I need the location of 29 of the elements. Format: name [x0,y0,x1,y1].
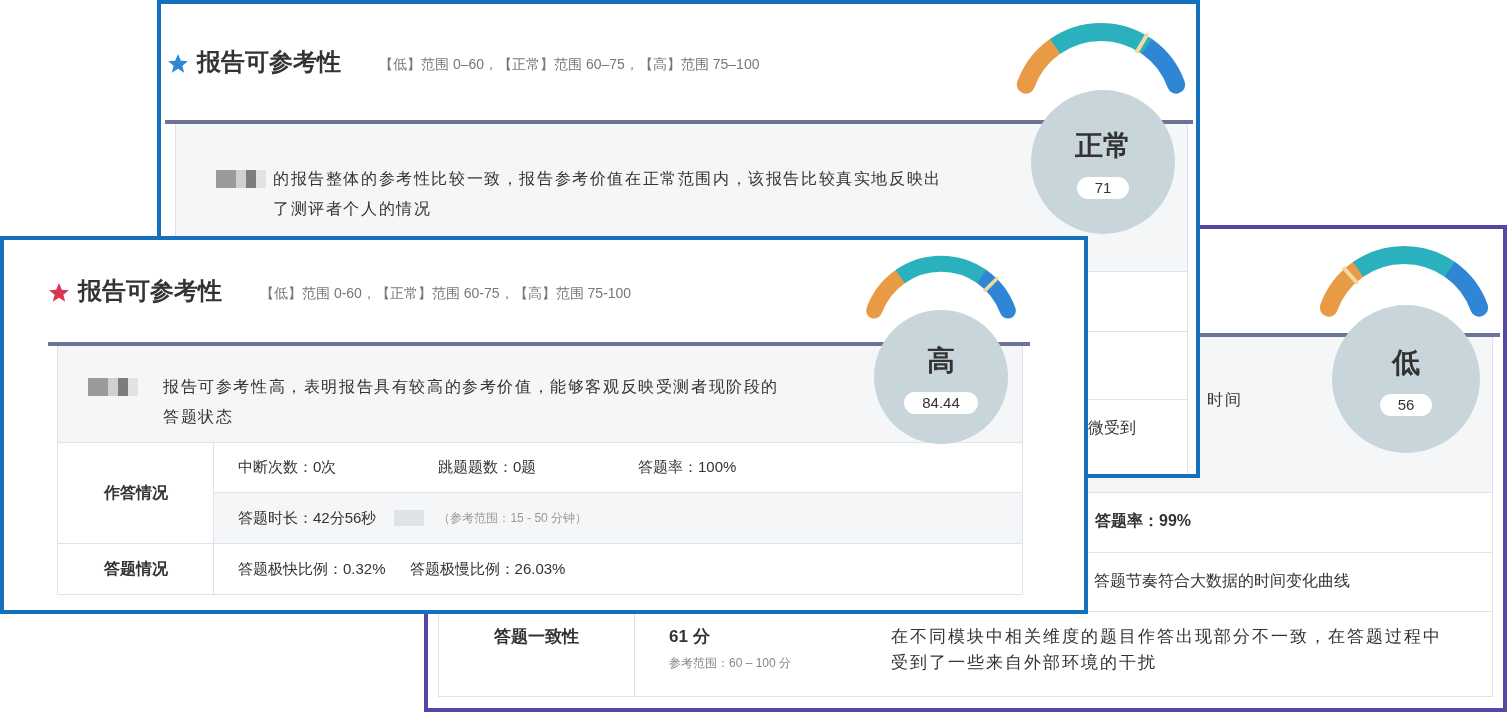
row-text: 答题节奏符合大数据的时间变化曲线 [1094,572,1350,589]
stat-text: 答题时长：42分56秒 [238,507,377,528]
row-text: 答题率：99% [1095,512,1192,529]
section-title: 报告可参考性 [197,47,341,77]
score-value: 61 分 [669,626,711,648]
summary-text: 报告可参考性高，表明报告具有较高的参考价值，能够客观反映受测者现阶段的答题状态 [163,377,780,427]
row-text: 微受到 [1088,419,1136,436]
rating-label: 低 [1392,346,1420,380]
reference-range-note: （参考范围：15 - 50 分钟） [438,510,588,527]
reference-range-note: 参考范围：60 – 100 分 [669,654,793,672]
score-pill: 71 [1076,177,1130,199]
stat-text: 答题极快比例：0.32% [238,558,386,579]
range-legend: 【低】范围 0-60，【正常】范围 60-75，【高】范围 75-100 [260,282,632,304]
summary-text: 时间 [1207,390,1243,410]
row-text: 在不同模块中相关维度的题目作答出现部分不一致，在答题过程中受到了一些来自外部环境的干扰 [891,626,1443,674]
score-pill: 84.44 [904,392,978,414]
row-label: 作答情况 [103,483,168,503]
row-label: 答题一致性 [494,626,579,648]
rating-label: 高 [927,344,955,378]
stat-text: 答题率：100% [638,457,738,478]
section-title: 报告可参考性 [78,276,222,306]
score-pill: 56 [1379,394,1433,416]
stat-text: 跳题题数：0题 [438,457,538,478]
row-label: 答题情况 [103,559,168,579]
stat-text: 答题极慢比例：26.03% [409,558,566,579]
range-legend: 【低】范围 0–60，【正常】范围 60–75，【高】范围 75–100 [379,53,760,75]
stat-text: 中断次数：0次 [238,457,338,478]
rating-label: 正常 [1075,129,1131,163]
summary-text: 的报告整体的参考性比较一致，报告参考价值在正常范围内，该报告比较真实地反映出了测评者个人的情况 [273,169,943,219]
